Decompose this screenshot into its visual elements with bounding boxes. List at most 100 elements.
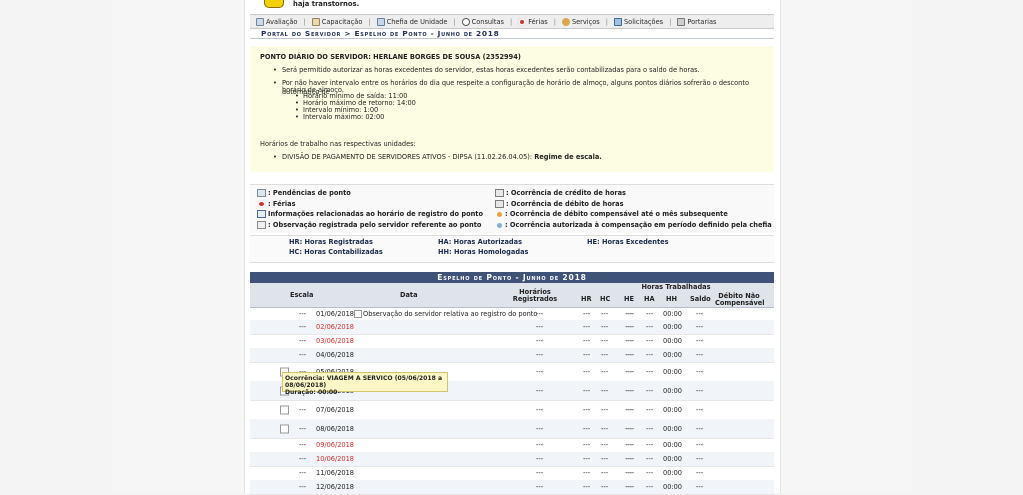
cell-debito: --- [696, 424, 704, 433]
cell-hh: --- [646, 351, 654, 359]
legend-obs: : Observação registrada pelo servidor re… [257, 221, 481, 229]
cell-hc: --- [601, 323, 609, 331]
capacitacao-icon [311, 17, 320, 26]
menu-servicos[interactable]: Serviços [561, 17, 600, 26]
cell-debito: --- [696, 441, 704, 449]
cell-horarios: --- [536, 351, 544, 359]
col-hc: HC [600, 295, 611, 303]
ocorrencia-icon[interactable] [280, 405, 289, 414]
col-horas-trabalhadas: Horas Trabalhadas [641, 283, 711, 291]
debito-icon [495, 200, 504, 208]
cell-horarios: --- [536, 483, 544, 491]
avaliacao-icon [256, 17, 264, 26]
legend-autorizada: : Ocorrência autorizada à compensação em… [497, 221, 772, 229]
cell-hc: --- [601, 337, 609, 345]
cell-saldo: 00:00 [663, 405, 683, 414]
cell-ha: --- [627, 323, 635, 331]
blue-dot-icon [497, 222, 502, 228]
cell-hr: --- [583, 323, 591, 331]
cell-saldo: 00:00 [663, 483, 683, 491]
cell-escala: --- [299, 323, 307, 331]
cell-ha: --- [627, 483, 635, 491]
cell-debito: --- [696, 337, 704, 345]
cell-horarios: --- [536, 441, 544, 449]
cell-hr: --- [583, 386, 591, 395]
solicitacoes-icon [613, 17, 622, 26]
cell-hr: --- [583, 483, 591, 491]
table-row: --- 04/06/2018 --- --- --- --- --- --- 00:00 --- [250, 348, 774, 363]
cell-saldo: 00:00 [663, 469, 683, 477]
cell-horarios: --- [536, 469, 544, 477]
cell-escala: --- [299, 337, 307, 345]
cell-ha: --- [627, 469, 635, 477]
cell-ha: --- [627, 351, 635, 359]
menu-consultas[interactable]: Consultas [461, 17, 504, 26]
cell-ha: --- [627, 386, 635, 395]
col-saldo: Saldo [690, 295, 711, 303]
cell-hc: --- [601, 441, 609, 449]
cell-saldo: 00:00 [663, 367, 683, 376]
menu-portarias[interactable]: Portarias [677, 17, 716, 26]
cell-ha: --- [627, 424, 635, 433]
cell-hh: --- [646, 386, 654, 395]
legend-credito: : Ocorrência de crédito de horas [495, 189, 626, 197]
cell-hr: --- [583, 351, 591, 359]
cell-data: 03/06/2018 [316, 337, 355, 345]
cell-saldo: 00:00 [663, 323, 683, 331]
orange-dot-icon [497, 211, 502, 217]
legend-ferias: : Férias [257, 200, 296, 208]
col-hr: HR [581, 295, 592, 303]
cell-hc: --- [601, 483, 609, 491]
menu-ferias[interactable]: Férias [518, 17, 548, 26]
cell-hh: --- [646, 483, 654, 491]
cell-horarios: --- [536, 367, 544, 376]
menu-chefia[interactable]: Chefia de Unidade [376, 17, 447, 26]
cell-hc: --- [601, 351, 609, 359]
menu-solicitacoes[interactable]: Solicitações [613, 17, 663, 26]
cell-hr: --- [583, 441, 591, 449]
abbreviations-box: HR: Horas Registradas HC: Horas Contabil… [250, 235, 774, 263]
top-menu: Avaliação | Capacitação | Chefia de Unid… [250, 14, 774, 29]
cell-hc: --- [601, 309, 609, 318]
cell-debito: --- [696, 309, 704, 318]
ocorrencia-icon[interactable] [280, 424, 289, 433]
cell-escala: --- [299, 309, 307, 318]
table-row: --- 11/06/2018 --- --- --- --- --- --- 00:00 --- [250, 466, 774, 481]
cell-ha: --- [627, 455, 635, 463]
pendencias-icon [257, 189, 266, 197]
cell-hh: --- [646, 441, 654, 449]
col-ha: HA [644, 295, 655, 303]
col-debito: Débito Não Compensável [715, 292, 765, 307]
table-row: --- 02/06/2018 --- --- --- --- --- --- 00:00 --- [250, 320, 774, 335]
menu-capacitacao[interactable]: Capacitação [311, 17, 362, 26]
ferias-legend-icon [257, 200, 266, 208]
cell-hh: --- [646, 337, 654, 345]
table-title: Espelho de Ponto - Junho de 2018 [250, 272, 774, 283]
cell-data: 02/06/2018 [316, 323, 355, 331]
credito-icon [495, 189, 504, 197]
cell-horarios: --- [536, 405, 544, 414]
cell-ha: --- [627, 405, 635, 414]
cell-data: 01/06/2018 [316, 309, 355, 318]
breadcrumb: Portal do Servidor > Espelho de Ponto - … [261, 29, 500, 38]
cell-hr: --- [583, 455, 591, 463]
observacao-link[interactable]: Observação do servidor relativa ao regis… [354, 309, 537, 318]
cell-horarios: --- [536, 386, 544, 395]
info-sub-4: Intervalo máximo: 02:00 [295, 114, 384, 122]
cell-hh: --- [646, 367, 654, 376]
abbr-ha: HA: Horas Autorizadas [438, 238, 523, 246]
cell-hr: --- [583, 309, 591, 318]
unit-item: DIVISÃO DE PAGAMENTO DE SERVIDORES ATIVO… [273, 153, 602, 162]
menu-avaliacao[interactable]: Avaliação [256, 17, 297, 26]
info-title: PONTO DIÁRIO DO SERVIDOR: HERLANE BORGES… [260, 53, 521, 61]
cell-escala: --- [299, 441, 307, 449]
cell-hc: --- [601, 455, 609, 463]
cell-saldo: 00:00 [663, 441, 683, 449]
cell-escala: --- [299, 469, 307, 477]
cell-debito: --- [696, 405, 704, 414]
cell-hh: --- [646, 424, 654, 433]
cell-debito: --- [696, 483, 704, 491]
cell-escala: --- [299, 455, 307, 463]
cell-horarios: --- [536, 455, 544, 463]
cell-escala: --- [299, 351, 307, 359]
